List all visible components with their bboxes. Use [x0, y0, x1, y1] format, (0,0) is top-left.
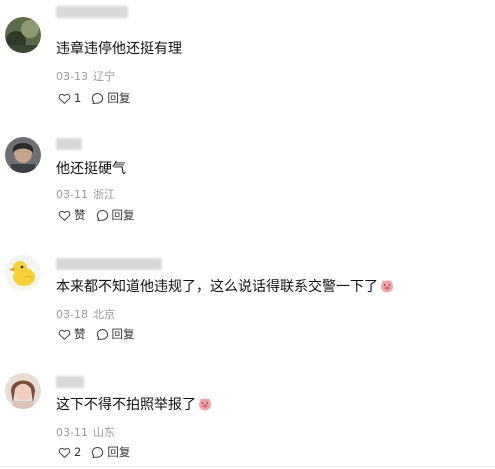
reply-button[interactable]: 回复	[91, 90, 130, 106]
reply-label: 回复	[111, 327, 135, 341]
like-button[interactable]: 2	[58, 445, 81, 459]
heart-icon	[58, 447, 71, 458]
like-button[interactable]: 赞	[58, 207, 86, 223]
comment-date: 03-11	[56, 188, 88, 201]
comment-bubble-icon	[96, 328, 108, 340]
comment-bubble-icon	[96, 209, 108, 221]
comment-date: 03-18	[56, 308, 88, 321]
avatar[interactable]	[5, 255, 41, 291]
reply-label: 回复	[111, 208, 135, 222]
avatar[interactable]	[5, 137, 41, 173]
comment-actions: 赞 回复	[58, 326, 135, 342]
like-button[interactable]: 1	[58, 91, 81, 105]
comment-text-content: 违章违停他还挺有理	[56, 41, 182, 57]
comment-date: 03-13	[56, 70, 88, 83]
like-label: 2	[74, 445, 82, 459]
comment-text: 这下不得不拍照举报了	[56, 396, 212, 414]
heart-icon	[58, 210, 71, 221]
comment-location: 北京	[92, 308, 115, 321]
reply-label: 回复	[107, 91, 131, 105]
like-button[interactable]: 赞	[58, 326, 86, 342]
comment-meta: 03-11 浙江	[56, 186, 115, 202]
comment-meta: 03-13 辽宁	[56, 68, 115, 84]
username-blurred[interactable]	[56, 258, 162, 270]
like-label: 赞	[74, 327, 86, 341]
comment-actions: 2 回复	[58, 444, 130, 460]
comment-location: 辽宁	[92, 70, 115, 83]
comment-text-content: 这下不得不拍照举报了	[56, 397, 196, 413]
comment-meta: 03-18 北京	[56, 306, 115, 322]
comment-actions: 1 回复	[58, 90, 130, 106]
comment-text: 本来都不知道他违规了，这么说话得联系交警一下了	[56, 278, 394, 296]
comment-text: 违章违停他还挺有理	[56, 40, 182, 58]
comment-text-content: 本来都不知道他违规了，这么说话得联系交警一下了	[56, 279, 378, 295]
comment-meta: 03-11 山东	[56, 424, 115, 440]
comment-date: 03-11	[56, 426, 88, 439]
reply-label: 回复	[107, 445, 131, 459]
comment-actions: 赞 回复	[58, 207, 135, 223]
comment-bubble-icon	[92, 92, 104, 104]
pig-face-emoji	[380, 279, 394, 293]
comment-bubble-icon	[92, 446, 104, 458]
reply-button[interactable]: 回复	[91, 444, 130, 460]
comment-location: 山东	[92, 426, 115, 439]
pig-face-emoji	[198, 397, 212, 411]
comment-text: 他还挺硬气	[56, 160, 126, 178]
bottom-divider	[0, 466, 495, 467]
reply-button[interactable]: 回复	[96, 207, 135, 223]
avatar[interactable]	[5, 373, 41, 409]
heart-icon	[58, 329, 71, 340]
comment-text-content: 他还挺硬气	[56, 161, 126, 177]
comment-location: 浙江	[92, 188, 115, 201]
username-blurred[interactable]	[56, 6, 128, 18]
like-label: 1	[74, 91, 82, 105]
username-blurred[interactable]	[56, 376, 84, 388]
avatar[interactable]	[5, 17, 41, 53]
like-label: 赞	[74, 208, 86, 222]
username-blurred[interactable]	[56, 138, 82, 150]
reply-button[interactable]: 回复	[96, 326, 135, 342]
heart-icon	[58, 93, 71, 104]
